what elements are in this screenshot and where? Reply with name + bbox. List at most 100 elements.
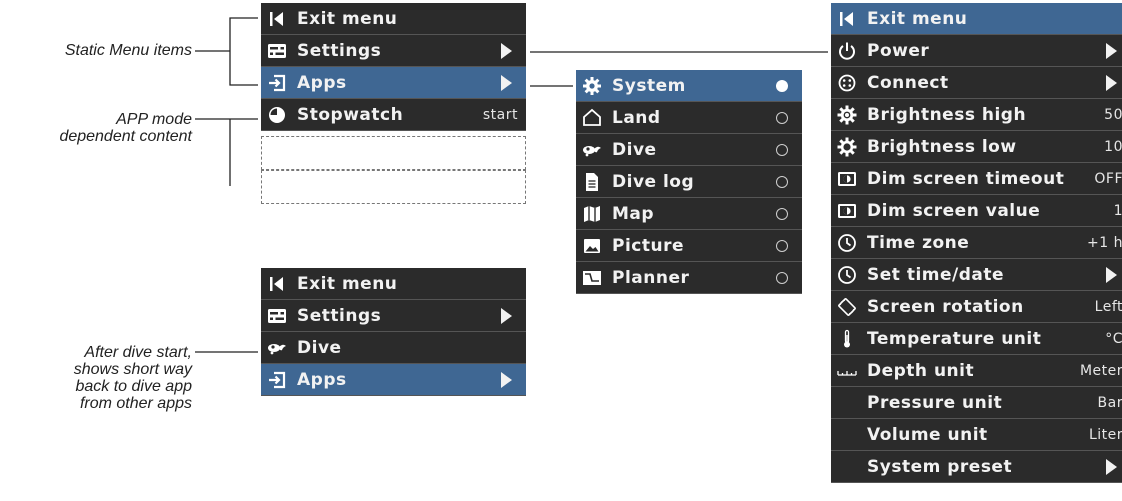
menu-item-label: Time zone — [867, 232, 970, 253]
menu-item-label: Dive — [297, 337, 342, 358]
brightness-low-icon — [837, 137, 857, 157]
settings-icon — [267, 306, 287, 326]
connect-icon — [837, 73, 857, 93]
menu-item-label: Settings — [297, 40, 382, 61]
menu-item-system[interactable]: System — [576, 70, 802, 102]
menu-item-planner[interactable]: Planner — [576, 262, 802, 294]
radio-indicator — [776, 271, 788, 284]
menu-item-label: Screen rotation — [867, 296, 1024, 317]
menu-item-label: Depth unit — [867, 360, 975, 381]
menu-item-volume-unit[interactable]: Volume unit Liter — [831, 419, 1122, 451]
chevron-right-icon — [1106, 42, 1117, 59]
menu-item-exit-menu[interactable]: Exit menu — [261, 268, 526, 300]
menu-item-value: °C — [1105, 330, 1122, 347]
menu-item-exit-menu[interactable]: Exit menu — [261, 3, 526, 35]
planner-icon — [582, 268, 602, 288]
menu-item-set-time-date[interactable]: Set time/date — [831, 259, 1122, 291]
menu-item-depth-unit[interactable]: Depth unit Meter — [831, 355, 1122, 387]
annotation-text: back to dive app — [75, 378, 192, 395]
menu-item-dive-log[interactable]: Dive log — [576, 166, 802, 198]
menu-item-value: 1 — [1113, 202, 1122, 219]
menu-item-system-preset[interactable]: System preset — [831, 451, 1122, 483]
icon-placeholder — [837, 393, 857, 413]
menu-item-settings[interactable]: Settings — [261, 35, 526, 67]
main-menu: Exit menu Settings Apps Stopwatch start — [261, 3, 526, 131]
menu-item-label: Land — [612, 107, 661, 128]
menu-item-label: Exit menu — [297, 273, 398, 294]
apps-icon — [267, 370, 287, 390]
menu-item-label: Pressure unit — [867, 392, 1003, 413]
chevron-right-icon — [1106, 74, 1117, 91]
chevron-right-icon — [501, 371, 512, 388]
menu-item-value: 10 — [1104, 138, 1122, 155]
menu-item-map[interactable]: Map — [576, 198, 802, 230]
menu-item-brightness-low[interactable]: Brightness low 10 — [831, 131, 1122, 163]
menu-item-power[interactable]: Power — [831, 35, 1122, 67]
menu-item-label: Power — [867, 40, 930, 61]
icon-placeholder — [837, 425, 857, 445]
menu-item-label: Settings — [297, 305, 382, 326]
menu-item-dim-screen-value[interactable]: Dim screen value 1 — [831, 195, 1122, 227]
annotation-text: APP mode — [116, 111, 192, 128]
menu-item-connect[interactable]: Connect — [831, 67, 1122, 99]
clock-icon — [837, 265, 857, 285]
thermometer-icon — [837, 329, 857, 349]
menu-item-value: Meter — [1079, 362, 1122, 379]
menu-item-stopwatch[interactable]: Stopwatch start — [261, 99, 526, 131]
annotation-text: from other apps — [79, 395, 192, 412]
menu-item-screen-rotation[interactable]: Screen rotation Left — [831, 291, 1122, 323]
empty-slot — [261, 136, 526, 170]
menu-item-time-zone[interactable]: Time zone +1 h — [831, 227, 1122, 259]
menu-item-label: Volume unit — [867, 424, 988, 445]
divelog-icon — [582, 172, 602, 192]
menu-item-brightness-high[interactable]: Brightness high 50 — [831, 99, 1122, 131]
chevron-right-icon — [1106, 458, 1117, 475]
chevron-right-icon — [1106, 266, 1117, 283]
empty-slot — [261, 170, 526, 204]
annotation-text: shows short way — [73, 361, 192, 378]
menu-item-value: 50 — [1104, 106, 1122, 123]
stopwatch-icon — [267, 105, 287, 125]
menu-item-label: Picture — [612, 235, 685, 256]
apps-menu: System Land Dive Dive log Map Picture Planner — [576, 70, 802, 294]
map-icon — [582, 204, 602, 224]
menu-item-settings[interactable]: Settings — [261, 300, 526, 332]
chevron-right-icon — [501, 42, 512, 59]
radio-indicator — [776, 79, 788, 92]
menu-item-label: Apps — [297, 72, 347, 93]
apps-icon — [267, 73, 287, 93]
menu-item-label: Map — [612, 203, 655, 224]
menu-item-picture[interactable]: Picture — [576, 230, 802, 262]
menu-item-pressure-unit[interactable]: Pressure unit Bar — [831, 387, 1122, 419]
menu-item-dim-screen-timeout[interactable]: Dim screen timeout OFF — [831, 163, 1122, 195]
menu-item-label: Temperature unit — [867, 328, 1042, 349]
radio-indicator — [776, 175, 788, 188]
menu-item-value: OFF — [1094, 170, 1122, 187]
menu-item-label: Connect — [867, 72, 949, 93]
menu-item-apps[interactable]: Apps — [261, 364, 526, 396]
menu-item-label: System preset — [867, 456, 1013, 477]
dim-screen-icon — [837, 201, 857, 221]
menu-item-label: Dim screen value — [867, 200, 1041, 221]
after-dive-menu: Exit menu Settings Dive Apps — [261, 268, 526, 396]
menu-item-land[interactable]: Land — [576, 102, 802, 134]
menu-item-exit-menu[interactable]: Exit menu — [831, 3, 1122, 35]
menu-item-dive[interactable]: Dive — [261, 332, 526, 364]
menu-item-value: Liter — [1088, 426, 1122, 443]
menu-item-label: Set time/date — [867, 264, 1005, 285]
menu-item-apps[interactable]: Apps — [261, 67, 526, 99]
menu-item-value: +1 h — [1087, 234, 1122, 251]
dim-screen-icon — [837, 169, 857, 189]
chevron-right-icon — [501, 74, 512, 91]
annotation-app-mode: APP mode dependent content — [0, 111, 192, 145]
menu-item-dive[interactable]: Dive — [576, 134, 802, 166]
radio-indicator — [776, 239, 788, 252]
menu-item-label: Dive — [612, 139, 657, 160]
rotation-icon — [837, 297, 857, 317]
ruler-icon — [837, 361, 857, 381]
menu-item-temperature-unit[interactable]: Temperature unit °C — [831, 323, 1122, 355]
radio-indicator — [776, 143, 788, 156]
radio-indicator — [776, 207, 788, 220]
dive-icon — [582, 140, 602, 160]
menu-item-label: Dim screen timeout — [867, 168, 1065, 189]
